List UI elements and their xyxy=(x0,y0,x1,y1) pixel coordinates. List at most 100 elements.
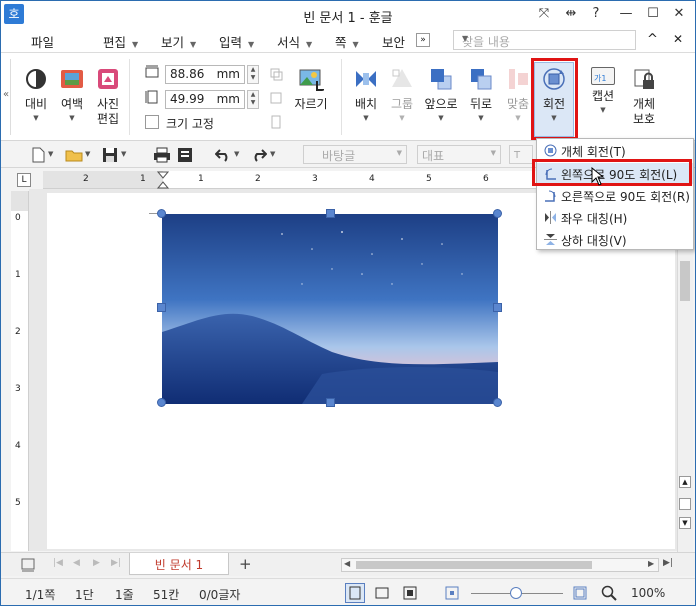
chevron-down-icon: ▼ xyxy=(190,40,197,49)
chevron-down-icon: ▼ xyxy=(490,149,496,157)
magnifier-icon[interactable] xyxy=(601,585,617,601)
resize-handle-left[interactable] xyxy=(157,303,166,312)
arrange-button[interactable]: 배치 ▼ xyxy=(349,67,383,122)
height-value: 49.99 xyxy=(170,92,205,106)
resize-handle-top[interactable] xyxy=(326,209,335,218)
chevron-down-icon[interactable]: ▼ xyxy=(85,150,90,158)
width-view-icon[interactable] xyxy=(374,585,390,601)
open-folder-icon[interactable] xyxy=(65,148,83,162)
preview-icon[interactable] xyxy=(177,147,193,163)
ribbon-collapse-button[interactable]: ^ xyxy=(647,32,658,47)
last-tab-icon[interactable]: ▶| xyxy=(111,558,121,568)
zoom-in-icon[interactable] xyxy=(573,586,587,600)
menu-item-flip-horizontal[interactable]: 좌우 대칭(H) xyxy=(537,207,693,228)
height-stepper[interactable]: ▲ ▼ xyxy=(247,90,259,109)
menu-input[interactable]: 입력 ▼ xyxy=(219,32,254,51)
menu-format[interactable]: 서식 ▼ xyxy=(277,32,312,51)
help-button[interactable]: ? xyxy=(586,5,606,23)
ribbon-scroll-left[interactable]: « xyxy=(3,59,11,135)
night-sky-image[interactable] xyxy=(162,214,498,404)
arrange-icon xyxy=(356,71,376,87)
next-tab-icon[interactable]: ▶ xyxy=(93,558,100,568)
split-view-icon[interactable]: ⇹ xyxy=(561,5,581,23)
height-input[interactable]: 49.99 mm xyxy=(165,90,245,109)
resize-handle-top-right[interactable] xyxy=(493,209,502,218)
zoom-level[interactable]: 100% xyxy=(631,586,665,600)
first-tab-icon[interactable]: |◀ xyxy=(53,558,63,568)
resize-handle-top-left[interactable] xyxy=(157,209,166,218)
menu-item-rotate-right-90[interactable]: 오른쪽으로 90도 회전(R) xyxy=(537,185,693,206)
chevron-down-icon[interactable]: ▼ xyxy=(270,150,275,158)
vertical-ruler[interactable]: 0 1 2 3 4 5 xyxy=(11,191,29,551)
group-button[interactable]: 그룹 ▼ xyxy=(385,67,419,122)
menu-item-flip-vertical[interactable]: 상하 대칭(V) xyxy=(537,229,693,250)
redo-icon[interactable] xyxy=(251,148,267,162)
menu-view[interactable]: 보기 ▼ xyxy=(161,32,196,51)
close-button[interactable]: ✕ xyxy=(669,5,689,23)
resize-handle-bottom-right[interactable] xyxy=(493,398,502,407)
zoom-slider-thumb[interactable] xyxy=(510,587,522,599)
same-width-icon[interactable] xyxy=(269,91,283,105)
horizontal-scrollbar[interactable]: ◀ ▶ xyxy=(341,558,659,572)
scroll-left-button[interactable]: ◀ xyxy=(344,559,350,568)
style-combo[interactable]: 바탕글 ▼ xyxy=(303,145,407,164)
chevron-down-icon: ▼ xyxy=(363,114,369,122)
maximize-button[interactable]: ☐ xyxy=(643,5,663,23)
caption-button[interactable]: 가1 캡션 ▼ xyxy=(585,67,621,114)
page-view-mode-button[interactable] xyxy=(345,583,365,603)
menu-more-button[interactable]: » xyxy=(416,33,430,47)
font-size-combo[interactable]: T xyxy=(509,145,533,164)
menu-item-object-rotate[interactable]: 개체 회전(T) xyxy=(537,140,693,161)
copy-size-icon[interactable] xyxy=(269,67,283,81)
undo-icon[interactable] xyxy=(215,148,231,162)
scrollbar-thumb[interactable] xyxy=(356,561,592,569)
zoom-out-icon[interactable] xyxy=(445,586,459,600)
chevron-down-icon[interactable]: ▼ xyxy=(121,150,126,158)
full-view-icon[interactable] xyxy=(402,585,418,601)
scroll-down-button[interactable]: ▼ xyxy=(679,517,691,529)
bring-forward-button[interactable]: 앞으로 ▼ xyxy=(421,67,461,122)
resize-handle-bottom[interactable] xyxy=(326,398,335,407)
font-combo[interactable]: 대표 ▼ xyxy=(417,145,501,164)
menu-page[interactable]: 쪽 ▼ xyxy=(335,32,359,51)
status-line: 1줄 xyxy=(115,588,134,602)
minimize-button[interactable]: — xyxy=(616,5,636,23)
tab-list-icon[interactable] xyxy=(21,558,35,572)
chevron-down-icon[interactable]: ▼ xyxy=(48,150,53,158)
scroll-right-end-icon[interactable]: ▶| xyxy=(663,558,673,568)
same-height-icon[interactable] xyxy=(269,115,283,129)
close-doc-button[interactable]: ✕ xyxy=(673,32,683,46)
contrast-button[interactable]: 대비 ▼ xyxy=(19,67,53,122)
menu-label: 서식 xyxy=(277,35,301,50)
menu-edit[interactable]: 편집 ▼ xyxy=(103,32,138,51)
menu-file[interactable]: 파일 xyxy=(31,32,54,51)
width-stepper[interactable]: ▲ ▼ xyxy=(247,65,259,84)
resize-handle-bottom-left[interactable] xyxy=(157,398,166,407)
width-input[interactable]: 88.86 mm xyxy=(165,65,245,84)
margin-button[interactable]: 여백 ▼ xyxy=(55,67,89,122)
scrollbar-thumb[interactable] xyxy=(680,261,690,301)
save-icon[interactable] xyxy=(102,147,118,163)
send-backward-button[interactable]: 뒤로 ▼ xyxy=(463,67,499,122)
photo-edit-button[interactable]: 사진 편집 xyxy=(91,67,125,127)
fullscreen-icon[interactable]: ⤧ xyxy=(534,5,554,23)
resize-handle-right[interactable] xyxy=(493,303,502,312)
print-icon[interactable] xyxy=(153,147,171,163)
align-button[interactable]: 맞춤 ▼ xyxy=(501,67,535,122)
tab-stop-selector[interactable]: L xyxy=(17,173,31,187)
object-protect-button[interactable]: 개체 보호 xyxy=(625,67,663,127)
scroll-up-button[interactable]: ▲ xyxy=(679,476,691,488)
indent-marker-icon[interactable] xyxy=(157,171,169,189)
fix-size-checkbox[interactable] xyxy=(145,115,159,129)
ruler-tick: 1 xyxy=(198,174,204,184)
crop-button[interactable]: 자르기 xyxy=(291,67,331,112)
add-tab-button[interactable]: + xyxy=(239,555,252,573)
tab-active-document[interactable]: 빈 문서 1 xyxy=(129,553,229,575)
chevron-down-icon[interactable]: ▼ xyxy=(234,150,239,158)
prev-tab-icon[interactable]: ◀ xyxy=(73,558,80,568)
scroll-right-button[interactable]: ▶ xyxy=(648,559,654,568)
page-view-button[interactable] xyxy=(679,498,691,510)
new-document-icon[interactable] xyxy=(31,147,45,163)
search-input[interactable]: 찾을 내용 ▼ xyxy=(453,30,636,50)
menu-security[interactable]: 보안 xyxy=(382,32,405,51)
